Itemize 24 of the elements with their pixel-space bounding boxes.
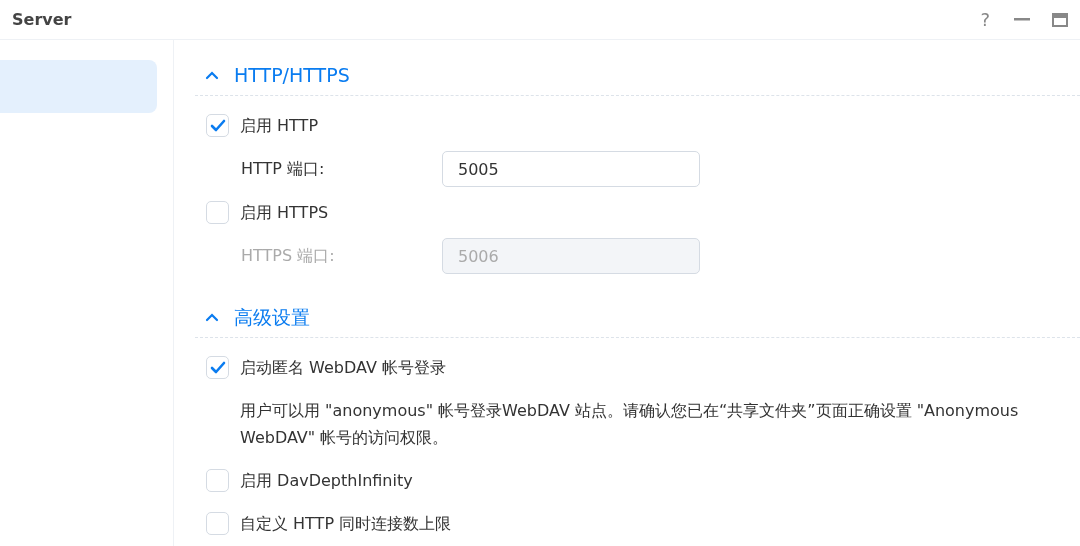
chevron-icon[interactable] <box>205 71 219 80</box>
section-title: 高级设置 <box>234 305 310 331</box>
checkbox[interactable] <box>206 114 229 137</box>
checkbox-label: 启用 HTTPS <box>240 201 329 224</box>
minimize-icon[interactable] <box>1014 18 1030 21</box>
port-field[interactable]: 5005 <box>442 151 700 187</box>
maximize-icon[interactable] <box>1052 12 1068 27</box>
checkbox-label: 启动匿名 WebDAV 帐号登录 <box>240 356 446 379</box>
description-text: 用户可以用 "anonymous" 帐号登录WebDAV 站点。请确认您已在“共享文件夹”页面正确设置 "Anonymous WebDAV" 帐号的访问权限。 <box>240 400 1020 449</box>
checkbox[interactable] <box>206 469 229 492</box>
field-label: HTTP 端口: <box>241 158 326 180</box>
checkmark-icon <box>209 361 226 374</box>
field-label: HTTPS 端口: <box>241 245 336 267</box>
checkbox[interactable] <box>206 356 229 379</box>
checkmark-icon <box>209 119 226 132</box>
checkbox-label: 启用 HTTP <box>240 114 319 137</box>
checkbox-label: 启用 DavDepthInfinity <box>240 469 413 492</box>
help-button[interactable]: ? <box>978 6 992 33</box>
chevron-icon[interactable] <box>205 313 219 322</box>
checkbox-label: 自定义 HTTP 同时连接数上限 <box>240 512 452 535</box>
checkbox[interactable] <box>206 512 229 535</box>
window-title: Server <box>12 8 72 31</box>
checkbox[interactable] <box>206 201 229 224</box>
section-title: HTTP/HTTPS <box>234 63 350 89</box>
